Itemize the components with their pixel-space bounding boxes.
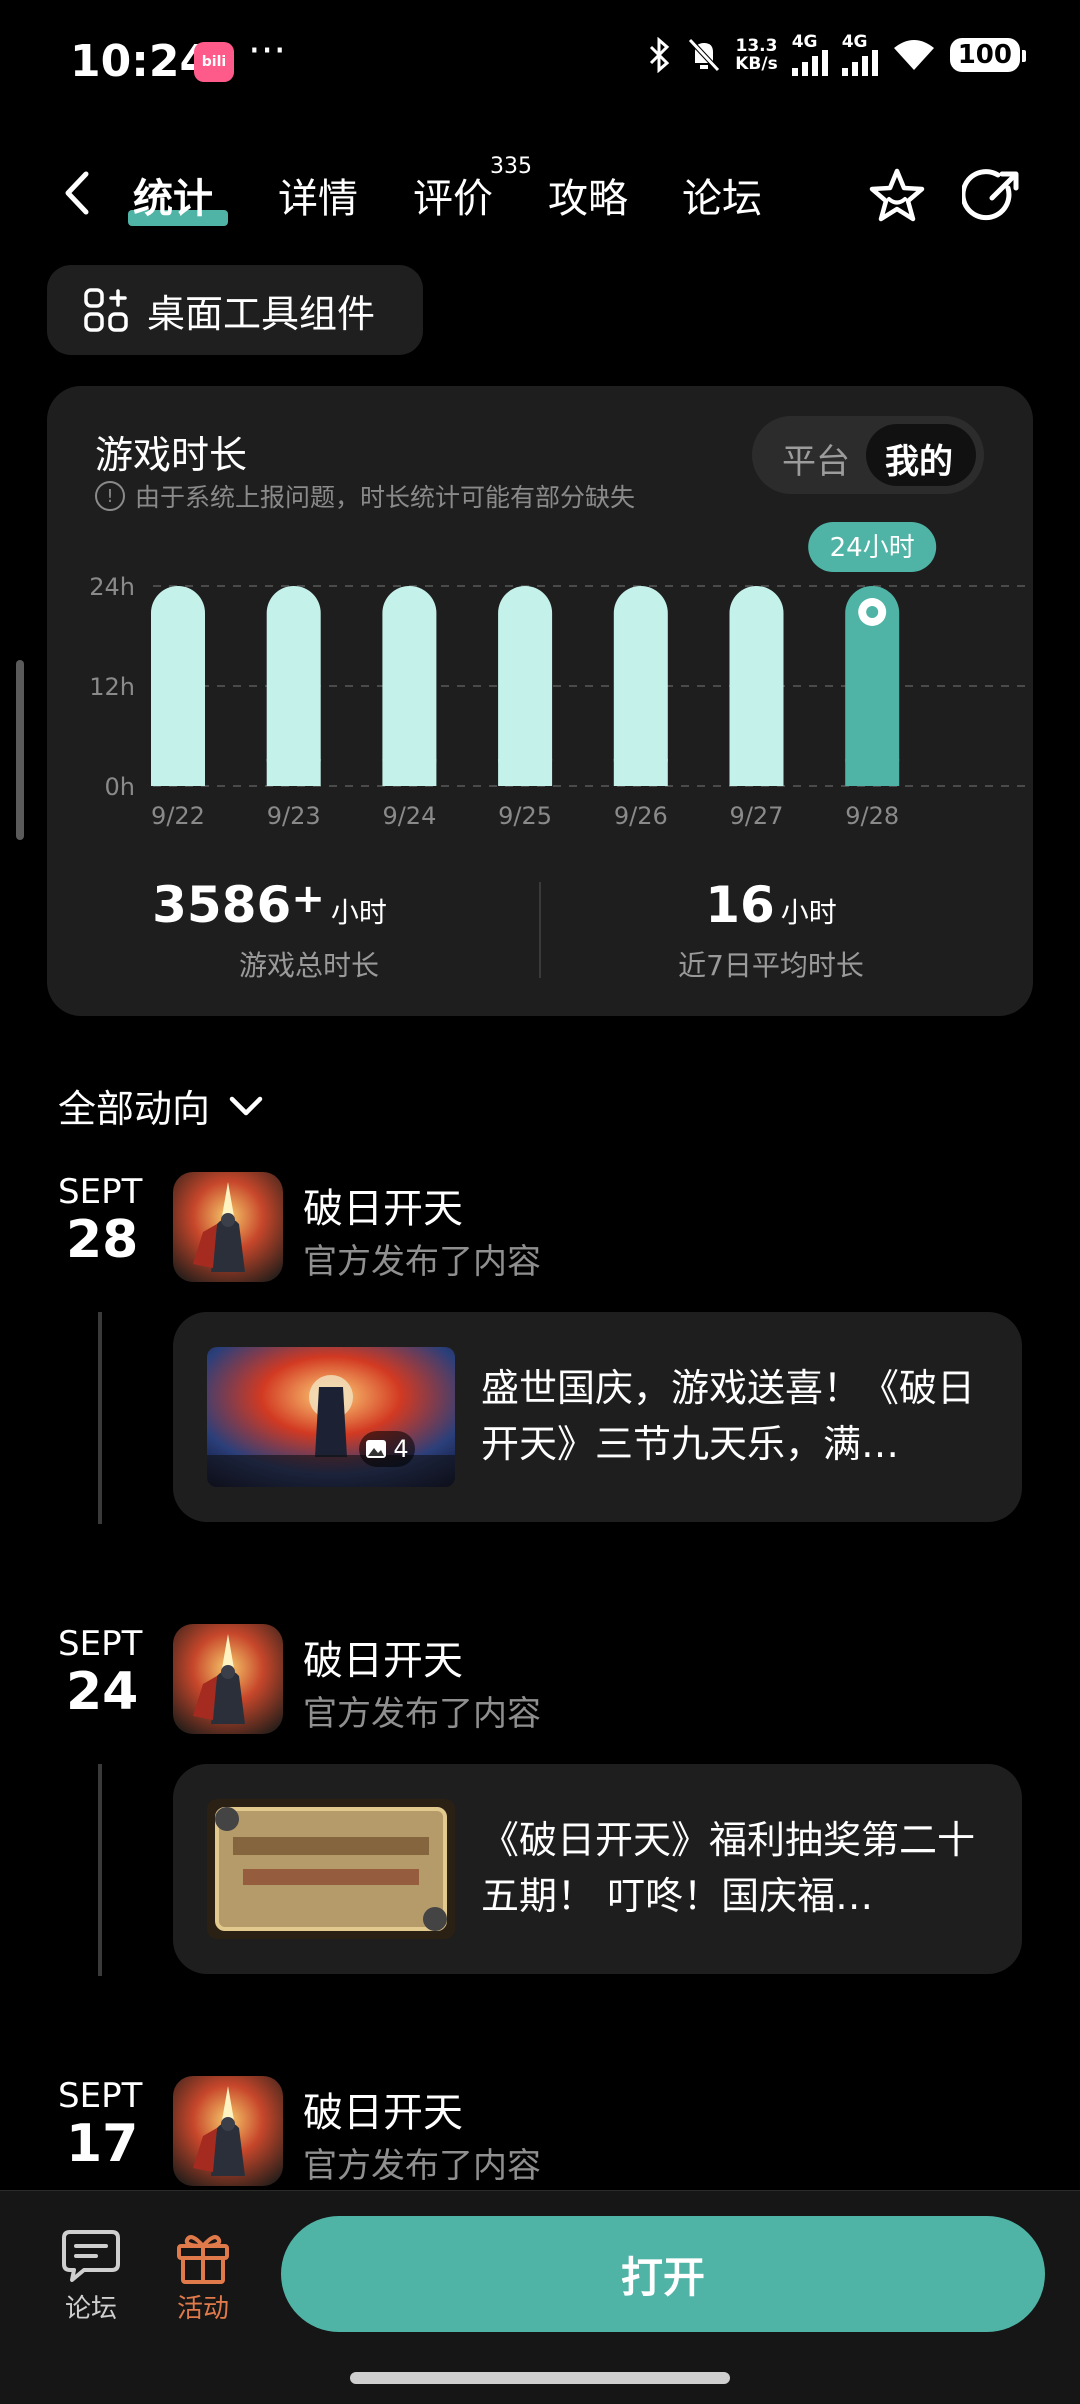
date-month: SEPT	[58, 1172, 143, 1212]
post-thumbnail	[207, 1799, 455, 1939]
x-tick-label: 9/27	[730, 802, 784, 830]
share-icon[interactable]	[962, 166, 1024, 228]
y-tick-label: 12h	[89, 673, 135, 701]
y-tick-label: 0h	[105, 773, 135, 801]
bar-base	[382, 759, 437, 786]
game-avatar[interactable]	[173, 1624, 283, 1734]
total-playtime: 3586+ 小时	[0, 876, 539, 934]
game-avatar[interactable]	[173, 2076, 283, 2186]
date-month: SEPT	[58, 1624, 143, 1664]
bluetooth-icon	[650, 37, 670, 73]
post-card[interactable]: 4 盛世国庆，游戏送喜！《破日开天》三节九天乐，满…	[173, 1312, 1022, 1522]
feed-filter-label: 全部动向	[58, 1087, 211, 1131]
activity-nav-label: 活动	[176, 2294, 229, 2324]
signal-sim1: 4G	[791, 34, 828, 76]
avg-playtime-value: 16	[705, 876, 775, 934]
image-icon	[366, 1440, 387, 1458]
date-day: 17	[66, 2114, 139, 2174]
x-tick-label: 9/28	[845, 802, 899, 830]
timeline-line	[98, 1312, 102, 1524]
game-avatar[interactable]	[173, 1172, 283, 1282]
x-tick-label: 9/25	[498, 802, 552, 830]
desktop-widget-label: 桌面工具组件	[147, 291, 376, 336]
date-month: SEPT	[58, 2076, 143, 2116]
post-subtitle: 官方发布了内容	[303, 1242, 541, 1282]
signal-sim2: 4G	[841, 34, 878, 76]
y-tick-label: 24h	[89, 573, 135, 601]
forum-nav-label: 论坛	[64, 2294, 117, 2324]
post-author[interactable]: 破日开天	[303, 1628, 463, 1686]
x-tick-label: 9/22	[151, 802, 205, 830]
bar-base	[729, 759, 784, 786]
bar-base	[498, 759, 553, 786]
highlight-marker-core	[866, 606, 879, 618]
grid-plus-icon	[84, 288, 128, 332]
total-unit: 小时	[330, 896, 387, 929]
mute-bell-icon	[688, 38, 721, 72]
activity-nav-button[interactable]: 活动	[170, 2228, 236, 2325]
tab-details[interactable]: 详情	[278, 166, 358, 224]
playtime-bar-chart: 24h 12h 0h 9/22 9/23 9/24 9/25 9/26 9/27 9/28 24小时	[89, 522, 1027, 830]
avg-unit: 小时	[780, 896, 837, 929]
bar	[498, 586, 553, 786]
scroll-indicator	[16, 660, 24, 840]
total-plus: +	[291, 876, 325, 922]
bar	[151, 586, 205, 786]
chevron-down-icon	[229, 1096, 263, 1115]
date-day: 28	[66, 1210, 139, 1270]
post-subtitle: 官方发布了内容	[303, 1694, 541, 1734]
status-time: 10:24	[70, 36, 211, 87]
bar-base	[613, 759, 668, 786]
total-playtime-value: 3586	[152, 876, 292, 934]
avg-playtime: 16 小时	[541, 876, 1001, 934]
tab-stats[interactable]: 统计	[133, 166, 213, 224]
tab-guides[interactable]: 攻略	[548, 166, 628, 224]
bar-base	[151, 759, 205, 786]
bar	[266, 586, 321, 786]
more-notifications-icon: ···	[248, 28, 287, 74]
post-author[interactable]: 破日开天	[303, 2080, 463, 2138]
net-speed: 13.3 KB/s	[735, 36, 778, 74]
post-subtitle: 官方发布了内容	[303, 2146, 541, 2186]
post-card[interactable]: 《破日开天》福利抽奖第二十五期！ 叮咚！国庆福…	[173, 1764, 1022, 1974]
bar	[613, 586, 668, 786]
desktop-widget-button[interactable]: 桌面工具组件	[47, 265, 423, 355]
bar-base	[845, 759, 900, 786]
x-tick-label: 9/23	[267, 802, 321, 830]
tab-forum[interactable]: 论坛	[682, 166, 762, 224]
image-count-badge: 4	[359, 1431, 415, 1467]
review-count-badge: 335	[490, 154, 532, 179]
total-playtime-label: 游戏总时长	[238, 949, 379, 982]
battery-indicator: 100	[949, 38, 1027, 72]
bar-base	[266, 759, 321, 786]
open-game-button[interactable]: 打开	[281, 2216, 1045, 2332]
x-tick-label: 9/26	[614, 802, 668, 830]
tab-reviews[interactable]: 评价	[413, 166, 493, 224]
bar	[729, 586, 784, 786]
post-thumbnail: 4	[207, 1347, 455, 1487]
star-icon[interactable]	[866, 166, 928, 228]
forum-nav-button[interactable]: 论坛	[58, 2228, 124, 2325]
forum-icon	[62, 2230, 120, 2282]
post-text: 盛世国庆，游戏送喜！《破日开天》三节九天乐，满…	[481, 1366, 976, 1466]
bilibili-app-icon: bili	[194, 42, 234, 82]
bar	[382, 586, 437, 786]
date-day: 24	[66, 1662, 139, 1722]
home-indicator[interactable]	[350, 2372, 730, 2384]
avg-playtime-label: 近7日平均时长	[678, 949, 864, 982]
value-tooltip: 24小时	[830, 533, 915, 563]
post-text: 《破日开天》福利抽奖第二十五期！ 叮咚！国庆福…	[481, 1818, 976, 1918]
back-arrow-icon[interactable]	[60, 168, 92, 218]
x-tick-label: 9/24	[382, 802, 436, 830]
wifi-icon	[893, 40, 934, 70]
gift-icon	[177, 2235, 229, 2284]
post-author[interactable]: 破日开天	[303, 1176, 463, 1234]
timeline-line	[98, 1764, 102, 1976]
feed-filter-dropdown[interactable]: 全部动向	[58, 1078, 264, 1133]
status-indicators: 13.3 KB/s 4G 4G 100	[647, 34, 1027, 76]
